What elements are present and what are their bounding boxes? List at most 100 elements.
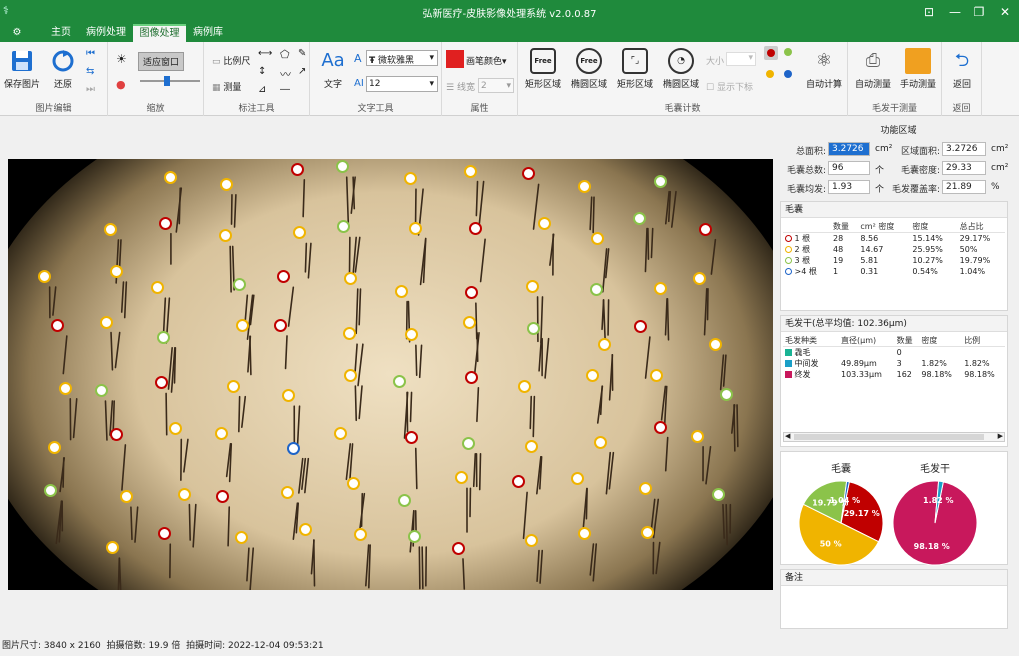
next-icon[interactable]: ⏭ [86, 84, 95, 95]
restore-image-button[interactable]: 还原 [48, 48, 78, 90]
follicle-marker[interactable] [404, 328, 418, 342]
dermoscope-image[interactable] [8, 159, 773, 590]
polyline-icon[interactable]: 〰 [280, 66, 291, 82]
follicle-marker[interactable] [633, 320, 647, 334]
follicle-marker[interactable] [649, 369, 663, 383]
tab-image-processing[interactable]: 图像处理 [133, 24, 186, 42]
table-row[interactable]: >4 根 1 0.31 0.54% 1.04% [783, 266, 1005, 277]
follicle-marker[interactable] [100, 315, 114, 329]
region-area-field[interactable]: 3.2726 [942, 142, 986, 156]
pen-icon[interactable]: ✎ [298, 48, 306, 59]
save-image-button[interactable]: 保存图片 [4, 48, 40, 90]
fit-window-button[interactable]: 适应窗口 [138, 52, 185, 71]
table-row[interactable]: 2 根 48 14.67 25.95% 50% [783, 244, 1005, 255]
follicle-marker[interactable] [524, 439, 538, 453]
follicle-marker[interactable] [708, 338, 722, 352]
horizontal-scrollbar[interactable]: ◀ ▶ [783, 432, 1005, 442]
follicle-marker[interactable] [692, 271, 706, 285]
follicle-marker[interactable] [346, 476, 360, 490]
back-button[interactable]: ⮌ 返回 [948, 48, 976, 90]
follicle-marker[interactable] [232, 278, 246, 292]
follicle-marker[interactable] [273, 318, 287, 332]
follicle-marker[interactable] [154, 376, 168, 390]
line-icon[interactable]: ― [280, 84, 290, 95]
follicle-marker[interactable] [719, 387, 733, 401]
polygon-icon[interactable]: ⬠ [280, 48, 290, 61]
follicle-marker[interactable] [653, 420, 667, 434]
ellipse-area-button[interactable]: ◔ 椭圆区域 [660, 48, 702, 90]
measure-button[interactable]: ▦ 测量 [212, 80, 241, 93]
table-row[interactable]: 3 根 19 5.81 10.27% 19.79% [783, 255, 1005, 266]
follicle-marker[interactable] [37, 270, 51, 284]
follicle-marker[interactable] [178, 487, 192, 501]
settings-gear-icon[interactable]: ⚙ [6, 24, 28, 42]
manual-measure-button[interactable]: 手动测量 [898, 48, 938, 90]
angle-icon[interactable]: ⊿ [258, 84, 266, 95]
follicle-marker[interactable] [464, 164, 478, 178]
show-index-checkbox[interactable]: ☐ 显示下标 [706, 80, 753, 93]
zoom-slider[interactable] [140, 76, 200, 86]
avg-hair-field[interactable]: 1.93 [828, 180, 870, 194]
follicle-marker[interactable] [407, 530, 421, 544]
follicle-marker[interactable] [511, 475, 525, 489]
table-row[interactable]: 中间发 49.89μm 3 1.82% 1.82% [783, 358, 1005, 369]
follicle-marker[interactable] [157, 527, 171, 541]
tab-case-processing[interactable]: 病例处理 [82, 24, 130, 42]
follicle-marker[interactable] [633, 211, 647, 225]
follicle-marker[interactable] [585, 369, 599, 383]
marker-1-selected[interactable] [764, 46, 778, 60]
follicle-marker[interactable] [214, 426, 228, 440]
follicle-marker[interactable] [691, 429, 704, 443]
follicle-marker[interactable] [594, 435, 608, 449]
follicle-marker[interactable] [653, 281, 667, 295]
auto-measure-button[interactable]: ⎙ 自动测量 [854, 48, 892, 90]
line-width-select[interactable]: 2 ▾ [478, 78, 514, 93]
follicle-marker[interactable] [590, 282, 604, 296]
follicle-marker[interactable] [462, 315, 476, 329]
notes-textarea[interactable] [783, 588, 1005, 626]
restore-button[interactable]: ❐ [965, 2, 993, 22]
pen-color-swatch[interactable] [446, 50, 464, 68]
follicle-marker[interactable] [353, 528, 367, 541]
follicle-marker[interactable] [408, 221, 422, 235]
table-row[interactable]: 终发 103.33μm 162 98.18% 98.18% [783, 369, 1005, 380]
tab-home[interactable]: 主页 [44, 24, 78, 42]
brightness-icon[interactable]: ☀ [116, 52, 127, 66]
text-button[interactable]: Aa 文字 [316, 48, 350, 90]
arrow-icon[interactable]: ↗ [298, 66, 306, 77]
follicle-density-field[interactable]: 29.33 [942, 161, 986, 175]
rect-area-button[interactable]: ⌜⌟ 矩形区域 [614, 48, 656, 90]
follicle-marker[interactable] [392, 375, 406, 389]
follicle-marker[interactable] [641, 525, 655, 539]
follicle-total-field[interactable]: 96 [828, 161, 870, 175]
follicle-marker[interactable] [156, 330, 170, 344]
flip-icon[interactable]: ⏮ [86, 48, 95, 59]
follicle-marker[interactable] [521, 167, 535, 181]
close-button[interactable]: ✕ [991, 2, 1019, 22]
follicle-marker[interactable] [464, 370, 478, 384]
marker-2-icon[interactable] [766, 70, 774, 78]
font-size-select[interactable]: 12 ▾ [366, 76, 438, 92]
follicle-marker[interactable] [712, 487, 726, 501]
follicle-marker[interactable] [158, 216, 172, 230]
follicle-marker[interactable] [590, 231, 604, 245]
follicle-marker[interactable] [597, 337, 611, 351]
tab-case-library[interactable]: 病例库 [188, 24, 228, 42]
follicle-marker[interactable] [638, 482, 652, 496]
table-row[interactable]: 毳毛 0 [783, 347, 1005, 359]
follicle-marker[interactable] [104, 222, 118, 236]
follicle-marker[interactable] [461, 436, 475, 450]
auto-calc-button[interactable]: ⚛ 自动计算 [804, 48, 844, 90]
free-rect-button[interactable]: Free 矩形区域 [522, 48, 564, 90]
follicle-marker[interactable] [518, 379, 532, 393]
follicle-marker[interactable] [94, 384, 108, 397]
rotate-icon[interactable]: ⇆ [86, 66, 94, 77]
free-ellipse-button[interactable]: Free 椭圆区域 [568, 48, 610, 90]
table-row[interactable]: 1 根 28 8.56 15.14% 29.17% [783, 233, 1005, 245]
follicle-marker[interactable] [525, 279, 539, 293]
follicle-marker[interactable] [403, 172, 417, 186]
pen-color-button[interactable]: 画笔颜色▾ [466, 54, 507, 67]
follicle-marker[interactable] [276, 270, 290, 284]
follicle-marker[interactable] [525, 533, 539, 547]
follicle-marker[interactable] [291, 162, 305, 176]
